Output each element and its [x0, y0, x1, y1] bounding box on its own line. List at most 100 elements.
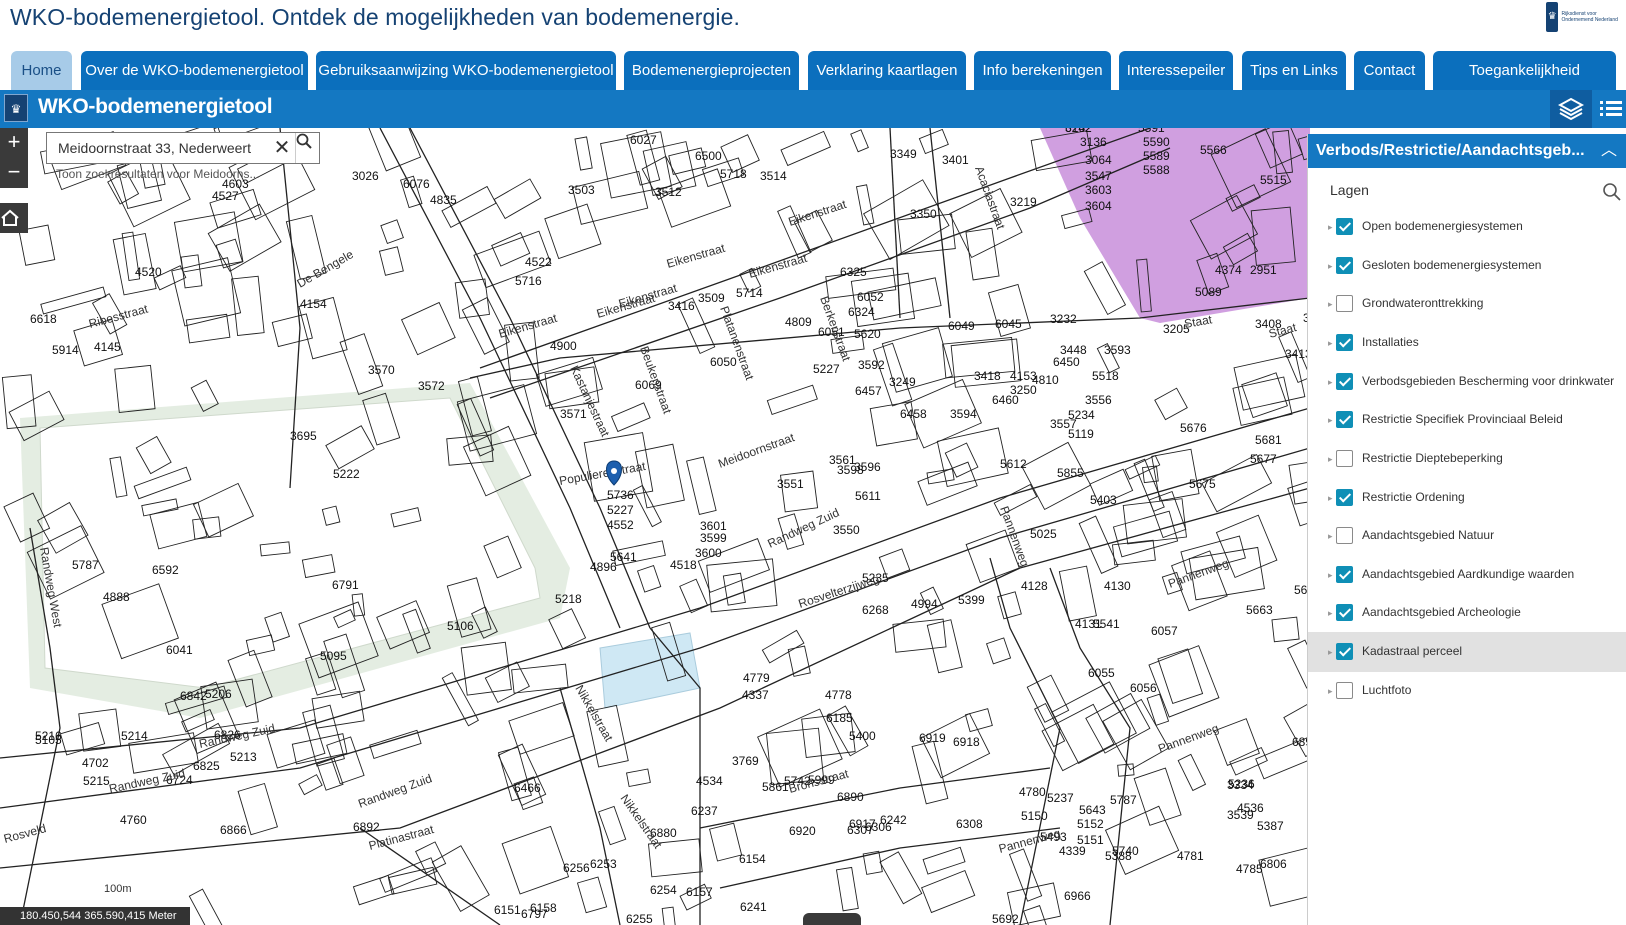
legend-list-button[interactable] — [1596, 90, 1626, 128]
parcel-label: 4888 — [103, 590, 130, 604]
parcel-label: 4522 — [525, 255, 552, 269]
layer-row[interactable]: ▸ Gesloten bodemenergiesystemen — [1308, 246, 1626, 286]
zoom-in-button[interactable]: + — [0, 128, 28, 158]
tab-gebruiksaanwijzing[interactable]: Gebruiksaanwijzing WKO-bodemenergietool — [316, 51, 616, 90]
chevron-up-icon[interactable]: ︿ — [1600, 134, 1618, 168]
parcel-label: 6458 — [900, 407, 927, 421]
layer-checkbox[interactable] — [1336, 411, 1353, 428]
layer-checkbox[interactable] — [1336, 643, 1353, 660]
parcel-label: 6466 — [514, 781, 541, 795]
street-label: Randweg Zuid — [356, 771, 434, 811]
expand-arrow-icon[interactable]: ▸ — [1328, 374, 1336, 390]
layer-checkbox[interactable] — [1336, 334, 1353, 351]
street-label: Meidoornstraat — [716, 430, 797, 471]
parcel-label: 3599 — [700, 531, 727, 545]
parcel-label: 5206 — [205, 687, 232, 701]
layer-row[interactable]: ▸ Verbodsgebieden Bescherming voor drinkw… — [1308, 362, 1626, 402]
layer-checkbox[interactable] — [1336, 604, 1353, 621]
site-header: WKO-bodemenergietool. Ontdek de mogelijk… — [0, 0, 1626, 48]
expand-arrow-icon[interactable]: ▸ — [1328, 296, 1336, 312]
expand-arrow-icon[interactable]: ▸ — [1328, 683, 1336, 699]
layer-row[interactable]: ▸ Aandachtsgebied Aardkundige waarden — [1308, 555, 1626, 595]
attribute-table-handle[interactable] — [803, 913, 861, 925]
home-button[interactable] — [0, 203, 28, 233]
parcel-label: 3598 — [837, 463, 864, 477]
tab-home[interactable]: Home — [11, 51, 72, 90]
parcel-label: 3539 — [1227, 808, 1254, 822]
expand-arrow-icon[interactable]: ▸ — [1328, 490, 1336, 506]
layer-row[interactable]: ▸ Aandachtsgebied Archeologie — [1308, 593, 1626, 633]
expand-arrow-icon[interactable]: ▸ — [1328, 567, 1336, 583]
parcel-label: 3571 — [560, 407, 587, 421]
parcel-label: 4534 — [696, 774, 723, 788]
tab-bodemenergieprojecten[interactable]: Bodemenergieprojecten — [624, 51, 799, 90]
tab-info-berekeningen[interactable]: Info berekeningen — [974, 51, 1111, 90]
expand-arrow-icon[interactable]: ▸ — [1328, 605, 1336, 621]
tab-toegankelijkheid[interactable]: Toegankelijkheid — [1433, 51, 1616, 90]
layer-checkbox[interactable] — [1336, 295, 1353, 312]
layer-checkbox[interactable] — [1336, 450, 1353, 467]
street-label: Eikenstraat — [747, 251, 809, 281]
parcel-label: 4145 — [94, 340, 121, 354]
expand-arrow-icon[interactable]: ▸ — [1328, 219, 1336, 235]
layer-checkbox[interactable] — [1336, 566, 1353, 583]
layer-checkbox[interactable] — [1336, 373, 1353, 390]
layer-row[interactable]: ▸ Grondwateronttrekking — [1308, 284, 1626, 324]
expand-arrow-icon[interactable]: ▸ — [1328, 451, 1336, 467]
layer-row[interactable]: ▸ Restrictie Dieptebeperking — [1308, 439, 1626, 479]
tab-verklaring-kaartlagen[interactable]: Verklaring kaartlagen — [808, 51, 966, 90]
layer-checkbox[interactable] — [1336, 489, 1353, 506]
parcel-label: 6457 — [855, 384, 882, 398]
parcel-label: 4154 — [300, 297, 327, 311]
layer-label: Verbodsgebieden Bescherming voor drinkwa… — [1362, 374, 1615, 388]
parcel-label: 6076 — [403, 177, 430, 191]
parcel-label: 5681 — [1255, 433, 1282, 447]
layer-row[interactable]: ▸ Kadastraal perceel — [1308, 632, 1626, 672]
layer-checkbox[interactable] — [1336, 682, 1353, 699]
tab-contact[interactable]: Contact — [1354, 51, 1425, 90]
street-label: Populierenstraat — [558, 459, 647, 488]
parcel-label: 3026 — [352, 169, 379, 183]
parcel-label: 6592 — [152, 563, 179, 577]
parcel-label: 6618 — [30, 312, 57, 326]
zoom-out-button[interactable]: − — [0, 158, 28, 188]
tab-over[interactable]: Over de WKO-bodemenergietool — [81, 51, 308, 90]
layers-button[interactable] — [1550, 90, 1592, 128]
tab-tips-en-links[interactable]: Tips en Links — [1242, 51, 1346, 90]
expand-arrow-icon[interactable]: ▸ — [1328, 258, 1336, 274]
layer-checkbox[interactable] — [1336, 257, 1353, 274]
parcel-label: 5222 — [333, 467, 360, 481]
street-label: Rosveld — [2, 821, 48, 846]
parcel-label: 5400 — [849, 729, 876, 743]
expand-arrow-icon[interactable]: ▸ — [1328, 335, 1336, 351]
tab-interessepeiler[interactable]: Interessepeiler — [1119, 51, 1233, 90]
layer-row[interactable]: ▸ Installaties — [1308, 323, 1626, 363]
parcel-label: 5227 — [813, 362, 840, 376]
layer-row[interactable]: ▸ Aandachtsgebied Natuur — [1308, 516, 1626, 556]
parcel-label: 3604 — [1085, 199, 1112, 213]
layer-row[interactable]: ▸ Luchtfoto — [1308, 671, 1626, 711]
layer-checkbox[interactable] — [1336, 218, 1353, 235]
search-suggestion[interactable]: Toon zoekresultaten voor Meidoorns... — [56, 167, 259, 181]
parcel-label: 3232 — [1050, 312, 1077, 326]
expand-arrow-icon[interactable]: ▸ — [1328, 412, 1336, 428]
cadastral-map[interactable]: 3162 559155905589558831363064354736033604… — [0, 128, 1310, 925]
app-bar: ♛ WKO-bodemenergietool — [0, 90, 1626, 128]
clear-search-icon[interactable]: ✕ — [269, 133, 295, 163]
parcel-label: 3136 — [1080, 135, 1107, 149]
parcel-label: 6325 — [840, 265, 867, 279]
map-view[interactable]: 3162 5591 5590 5589 5588 3136 3064 3547 3603 3604… — [0, 128, 1310, 925]
layer-row[interactable]: ▸ Restrictie Ordening — [1308, 478, 1626, 518]
expand-arrow-icon[interactable]: ▸ — [1328, 528, 1336, 544]
layer-row[interactable]: ▸ Open bodemenergiesystemen — [1308, 207, 1626, 247]
rvo-logo[interactable]: ♛ Rijksdienst voor Ondernemend Nederland — [1546, 0, 1626, 34]
expand-arrow-icon[interactable]: ▸ — [1328, 644, 1336, 660]
parcel-label: 3570 — [368, 363, 395, 377]
layer-checkbox[interactable] — [1336, 527, 1353, 544]
search-button[interactable] — [295, 133, 321, 163]
search-input[interactable] — [47, 133, 269, 163]
list-icon — [1600, 101, 1622, 116]
layer-row[interactable]: ▸ Restrictie Specifiek Provinciaal Beleid — [1308, 400, 1626, 440]
location-marker[interactable] — [606, 460, 622, 486]
search-icon[interactable] — [1602, 182, 1622, 202]
